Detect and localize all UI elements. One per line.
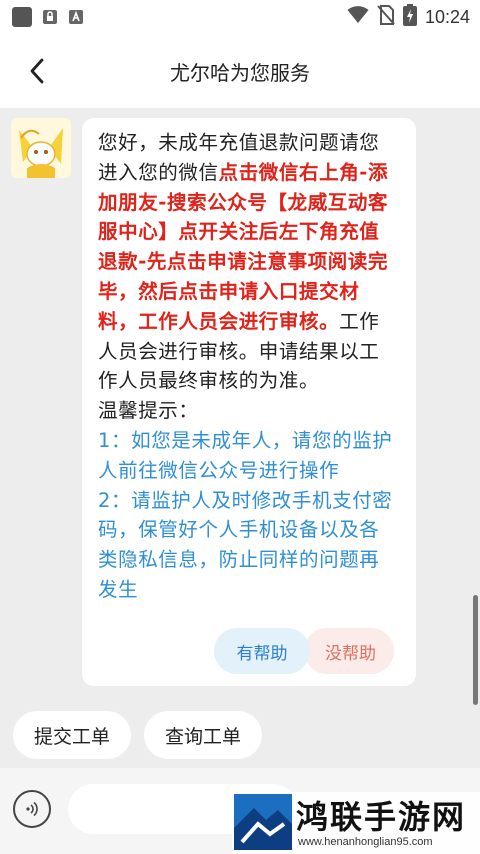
notification-square-icon (12, 7, 32, 27)
status-time: 10:24 (424, 6, 470, 27)
agent-avatar (11, 118, 71, 178)
input-bar: 鸿联手游网 www.henanhonglian95.com (0, 768, 480, 854)
message-bubble: 您好，未成年充值退款问题请您进入您的微信点击微信右上角-添加朋友-搜索公众号【龙… (82, 118, 416, 686)
scrollbar[interactable] (473, 595, 478, 705)
voice-icon (26, 801, 38, 817)
status-bar: 10:24 (0, 0, 480, 34)
battery-icon (402, 4, 417, 30)
watermark-title: 鸿联手游网 (296, 798, 467, 836)
page-title: 尤尔哈为您服务 (170, 60, 310, 85)
message-highlight: 点击微信右上角-添加朋友-搜索公众号【龙威互动客服中心】点开关注后左下角充值退款… (98, 160, 389, 333)
tips-title: 温馨提示： (98, 399, 199, 423)
submit-ticket-button[interactable]: 提交工单 (13, 711, 131, 759)
back-button[interactable] (22, 56, 52, 86)
header: 尤尔哈为您服务 (0, 34, 480, 108)
back-arrow-icon (30, 58, 44, 84)
watermark-url: www.henanhonglian95.com (298, 836, 433, 848)
wifi-icon (347, 6, 369, 28)
tip-1: 1：如您是未成年人，请您的监护人前往微信公众号进行操作 (98, 428, 393, 482)
voice-button[interactable] (13, 790, 51, 828)
tip-2: 2：请监护人及时修改手机支付密码，保管好个人手机设备以及各类隐私信息，防止同样的… (98, 488, 393, 601)
not-helpful-button[interactable]: 没帮助 (304, 628, 394, 674)
watermark: 鸿联手游网 www.henanhonglian95.com (232, 792, 480, 854)
lock-notification-icon (42, 9, 58, 25)
message-text: 您好，未成年充值退款问题请您进入您的微信点击微信右上角-添加朋友-搜索公众号【龙… (98, 128, 396, 605)
no-sim-icon (377, 5, 395, 29)
font-notification-icon (68, 9, 84, 25)
chat-area[interactable]: 您好，未成年充值退款问题请您进入您的微信点击微信右上角-添加朋友-搜索公众号【龙… (0, 108, 480, 768)
watermark-logo-icon (234, 794, 292, 850)
helpful-button[interactable]: 有帮助 (214, 628, 310, 674)
query-ticket-button[interactable]: 查询工单 (144, 711, 262, 759)
